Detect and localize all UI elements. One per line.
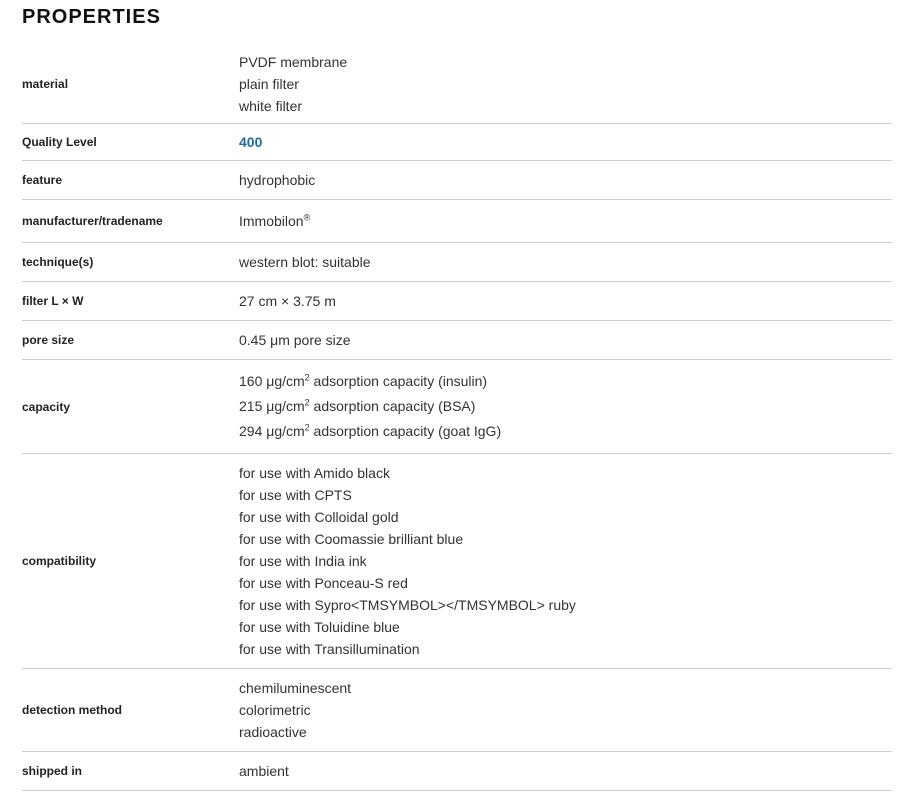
- value-line: colorimetric: [239, 702, 311, 718]
- property-key: pore size: [22, 333, 75, 347]
- value-line: for use with Coomassie brilliant blue: [239, 531, 464, 547]
- value-line: for use with Transillumination: [239, 641, 420, 657]
- value-line: plain filter: [239, 76, 299, 92]
- property-value: chemiluminescent colorimetric radioactiv…: [239, 677, 892, 743]
- capacity-desc: adsorption capacity (goat IgG): [309, 423, 502, 439]
- property-key: shipped in: [22, 764, 82, 778]
- value-line: for use with Sypro<TMSYMBOL></TMSYMBOL> …: [239, 597, 576, 613]
- value-line: hydrophobic: [239, 172, 316, 188]
- properties-table: material PVDF membrane plain filter whit…: [22, 45, 892, 791]
- property-row-capacity: capacity 160 μg/cm2 adsorption capacity …: [22, 360, 892, 454]
- property-key: feature: [22, 173, 63, 187]
- value-line: for use with Ponceau-S red: [239, 575, 408, 591]
- value-line: 160 μg/cm2 adsorption capacity (insulin): [239, 369, 892, 394]
- property-value: for use with Amido black for use with CP…: [239, 462, 892, 660]
- property-row-technique: technique(s) western blot: suitable: [22, 243, 892, 282]
- property-value: 27 cm × 3.75 m: [239, 290, 892, 312]
- capacity-desc: adsorption capacity (BSA): [309, 398, 476, 414]
- quality-level-link[interactable]: 400: [239, 131, 892, 153]
- property-key: capacity: [22, 399, 71, 414]
- property-key: manufacturer/tradename: [22, 214, 163, 228]
- property-value: 400: [239, 131, 892, 153]
- property-row-compatibility: compatibility for use with Amido black f…: [22, 454, 892, 669]
- capacity-amount: 160 μg/cm: [239, 373, 305, 389]
- value-line: for use with CPTS: [239, 487, 352, 503]
- property-value: 160 μg/cm2 adsorption capacity (insulin)…: [239, 369, 892, 444]
- property-row-quality-level: Quality Level 400: [22, 124, 892, 161]
- property-value: PVDF membrane plain filter white filter: [239, 51, 892, 117]
- property-key: material: [22, 77, 69, 91]
- capacity-desc: adsorption capacity (insulin): [309, 373, 488, 389]
- property-key: Quality Level: [22, 135, 97, 149]
- property-row-material: material PVDF membrane plain filter whit…: [22, 45, 892, 124]
- value-line: western blot: suitable: [239, 254, 371, 270]
- capacity-amount: 294 μg/cm: [239, 423, 305, 439]
- value-line: PVDF membrane: [239, 54, 348, 70]
- property-row-pore-size: pore size 0.45 μm pore size: [22, 321, 892, 360]
- value-line: chemiluminescent: [239, 680, 352, 696]
- property-row-shipped-in: shipped in ambient: [22, 752, 892, 791]
- property-key: technique(s): [22, 255, 94, 269]
- registered-mark: ®: [303, 212, 311, 223]
- value-line: ambient: [239, 763, 289, 779]
- property-row-detection-method: detection method chemiluminescent colori…: [22, 669, 892, 752]
- value-line: for use with Colloidal gold: [239, 509, 399, 525]
- property-key: detection method: [22, 703, 123, 717]
- property-value: ambient: [239, 760, 892, 782]
- property-key: filter L × W: [22, 294, 84, 308]
- value-line: 294 μg/cm2 adsorption capacity (goat IgG…: [239, 419, 892, 444]
- property-row-manufacturer: manufacturer/tradename Immobilon®: [22, 200, 892, 243]
- value-line: 27 cm × 3.75 m: [239, 293, 336, 309]
- capacity-amount: 215 μg/cm: [239, 398, 305, 414]
- property-row-filter-size: filter L × W 27 cm × 3.75 m: [22, 282, 892, 321]
- page-title: PROPERTIES: [22, 6, 161, 28]
- value-line: 215 μg/cm2 adsorption capacity (BSA): [239, 394, 892, 419]
- value-line: radioactive: [239, 724, 307, 740]
- property-value: 0.45 μm pore size: [239, 329, 892, 351]
- property-key: compatibility: [22, 554, 97, 568]
- property-value: western blot: suitable: [239, 251, 892, 273]
- value-line: for use with Amido black: [239, 465, 390, 481]
- value-line: 0.45 μm pore size: [239, 332, 351, 348]
- value-line: Immobilon®: [239, 210, 892, 232]
- tradename: Immobilon: [239, 213, 304, 229]
- property-row-feature: feature hydrophobic: [22, 161, 892, 200]
- properties-page: PROPERTIES material PVDF membrane plain …: [0, 0, 917, 800]
- value-line: for use with Toluidine blue: [239, 619, 400, 635]
- value-line: white filter: [239, 98, 303, 114]
- property-value: Immobilon®: [239, 210, 892, 232]
- value-line: for use with India ink: [239, 553, 367, 569]
- property-value: hydrophobic: [239, 169, 892, 191]
